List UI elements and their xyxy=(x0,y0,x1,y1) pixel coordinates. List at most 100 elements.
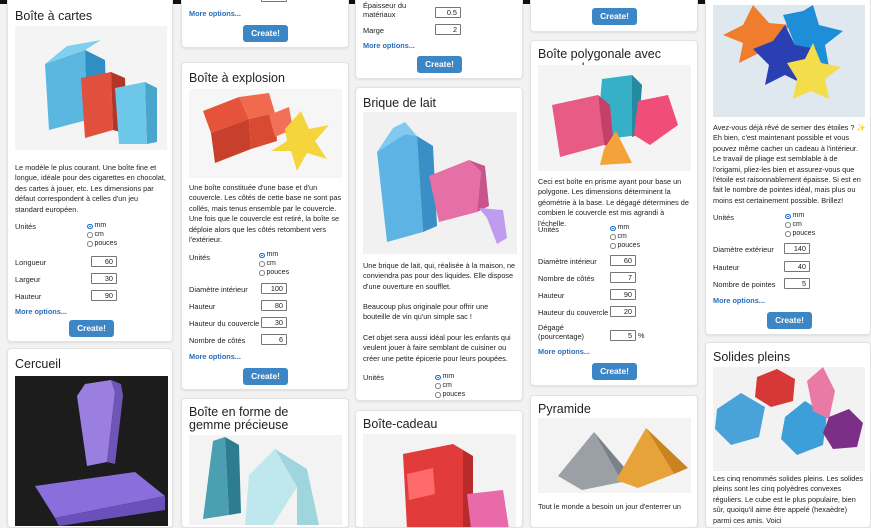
card-image[interactable] xyxy=(713,5,865,117)
card-title[interactable]: Boîte à explosion xyxy=(189,71,285,85)
more-options-link[interactable]: More options... xyxy=(538,347,590,356)
unit-option[interactable]: cm xyxy=(435,382,465,391)
radio-dot[interactable] xyxy=(435,392,441,398)
card-title[interactable]: Boîte-cadeau xyxy=(363,417,437,431)
unit-option[interactable]: mm xyxy=(435,373,465,382)
unit-option[interactable]: pouces xyxy=(610,242,640,251)
card-description: Le modèle le plus courant. Une boîte fin… xyxy=(15,163,166,214)
card-gemme: Boîte en forme de gemme précieuse xyxy=(181,398,349,528)
radio-dot[interactable] xyxy=(785,231,791,237)
card-image[interactable] xyxy=(15,376,168,526)
radio-dot[interactable] xyxy=(87,223,93,230)
unit-option[interactable]: pouces xyxy=(435,391,465,400)
unit-option[interactable]: cm xyxy=(87,231,117,240)
unit-option[interactable]: pouces xyxy=(87,240,117,249)
card-image[interactable] xyxy=(189,89,342,178)
clearance-input[interactable]: 5 xyxy=(610,330,636,341)
more-options-link[interactable]: More options... xyxy=(363,41,415,50)
sides-input[interactable]: 6 xyxy=(261,334,287,345)
card-solides: Solides pleins Les cinq renommés solides… xyxy=(705,342,871,528)
card-top-continuation: Épaisseur du matériaux 0.5 Marge 2 More … xyxy=(355,0,523,79)
card-title[interactable]: Solides pleins xyxy=(713,350,790,364)
length-input[interactable]: 60 xyxy=(91,256,117,267)
radio-dot[interactable] xyxy=(610,243,616,249)
card-title[interactable]: Pyramide xyxy=(538,402,591,416)
card-image[interactable] xyxy=(713,367,865,471)
unit-option[interactable]: mm xyxy=(87,222,117,231)
create-button[interactable]: Create! xyxy=(243,25,288,42)
card-description: Ceci est boîte en prisme ayant pour base… xyxy=(538,177,689,228)
units-label: Unités xyxy=(363,373,384,382)
unit-option[interactable]: mm xyxy=(259,251,289,260)
points-input[interactable]: 5 xyxy=(784,278,810,289)
lid-height-input[interactable]: 20 xyxy=(610,306,636,317)
inner-diameter-input[interactable]: 100 xyxy=(261,283,287,294)
outer-diameter-input[interactable]: 140 xyxy=(784,243,810,254)
unit-option[interactable]: pouces xyxy=(785,230,815,239)
lid-height-input[interactable]: 30 xyxy=(261,317,287,328)
create-button[interactable]: Create! xyxy=(243,368,288,385)
width-input[interactable]: 30 xyxy=(91,273,117,284)
card-image[interactable] xyxy=(363,112,517,254)
field-label: Nombre de côtés xyxy=(189,336,246,345)
card-image[interactable] xyxy=(189,435,342,525)
radio-dot[interactable] xyxy=(259,270,265,276)
radio-dot[interactable] xyxy=(87,232,93,238)
field-label: Hauteur xyxy=(538,291,565,300)
field-label: Hauteur xyxy=(189,302,216,311)
field-label: Nombre de pointes xyxy=(713,280,776,289)
radio-dot[interactable] xyxy=(610,234,616,240)
create-button[interactable]: Create! xyxy=(592,8,637,25)
radio-dot[interactable] xyxy=(785,222,791,228)
unit-option[interactable]: cm xyxy=(785,221,815,230)
sides-input[interactable]: 7 xyxy=(610,272,636,283)
unit-option[interactable]: mm xyxy=(610,224,640,233)
card-image[interactable] xyxy=(15,26,167,150)
more-options-link[interactable]: More options... xyxy=(15,307,67,316)
unit-option[interactable]: cm xyxy=(610,233,640,242)
radio-dot[interactable] xyxy=(87,241,93,247)
field-label: Diamètre intérieur xyxy=(189,285,248,294)
more-options-link[interactable]: More options... xyxy=(713,296,765,305)
radio-dot[interactable] xyxy=(259,261,265,267)
card-image[interactable] xyxy=(538,65,691,171)
card-title[interactable]: Boîte en forme de gemme précieuse xyxy=(189,406,309,432)
card-title[interactable]: Boîte à cartes xyxy=(15,9,92,23)
radio-dot[interactable] xyxy=(435,374,441,381)
unit-option[interactable]: mm xyxy=(785,212,815,221)
radio-dot[interactable] xyxy=(785,213,791,220)
field-label: Hauteur du couvercle xyxy=(538,308,609,317)
card-etoile: Avez-vous déjà rêvé de semer des étoiles… xyxy=(705,0,871,335)
card-image[interactable] xyxy=(538,418,691,493)
field-label: Hauteur du couvercle xyxy=(189,319,260,328)
card-image[interactable] xyxy=(363,434,516,527)
field-label: Longueur xyxy=(15,258,47,267)
inner-diameter-input[interactable]: 60 xyxy=(610,255,636,266)
card-boite-a-cartes: Boîte à cartes Le modèle le plus courant… xyxy=(7,0,173,342)
height-input[interactable]: 80 xyxy=(261,300,287,311)
thickness-input[interactable]: 0.5 xyxy=(435,7,461,18)
create-button[interactable]: Create! xyxy=(417,56,462,73)
card-description: Cet objet sera aussi idéal pour les enfa… xyxy=(363,333,511,363)
create-button[interactable]: Create! xyxy=(69,320,114,337)
radio-dot[interactable] xyxy=(259,252,265,259)
create-button[interactable]: Create! xyxy=(767,312,812,329)
card-description: Les cinq renommés solides pleins. Les so… xyxy=(713,474,864,525)
radio-dot[interactable] xyxy=(610,225,616,232)
more-options-link[interactable]: More options... xyxy=(189,9,241,18)
card-title[interactable]: Cercueil xyxy=(15,357,61,371)
field-label: Hauteur xyxy=(15,292,42,301)
height-input[interactable]: 40 xyxy=(784,261,810,272)
radio-dot[interactable] xyxy=(435,383,441,389)
more-options-link[interactable]: More options... xyxy=(189,352,241,361)
margin-input[interactable]: 2 xyxy=(435,24,461,35)
create-button[interactable]: Create! xyxy=(592,363,637,380)
height-input[interactable]: 90 xyxy=(610,289,636,300)
value-input[interactable] xyxy=(261,0,287,2)
card-title[interactable]: Brique de lait xyxy=(363,96,436,110)
height-input[interactable]: 90 xyxy=(91,290,117,301)
field-label: Dégagé (pourcentage) xyxy=(538,323,585,341)
unit-option[interactable]: pouces xyxy=(259,269,289,278)
card-top-continuation: Create! xyxy=(530,0,698,32)
unit-option[interactable]: cm xyxy=(259,260,289,269)
